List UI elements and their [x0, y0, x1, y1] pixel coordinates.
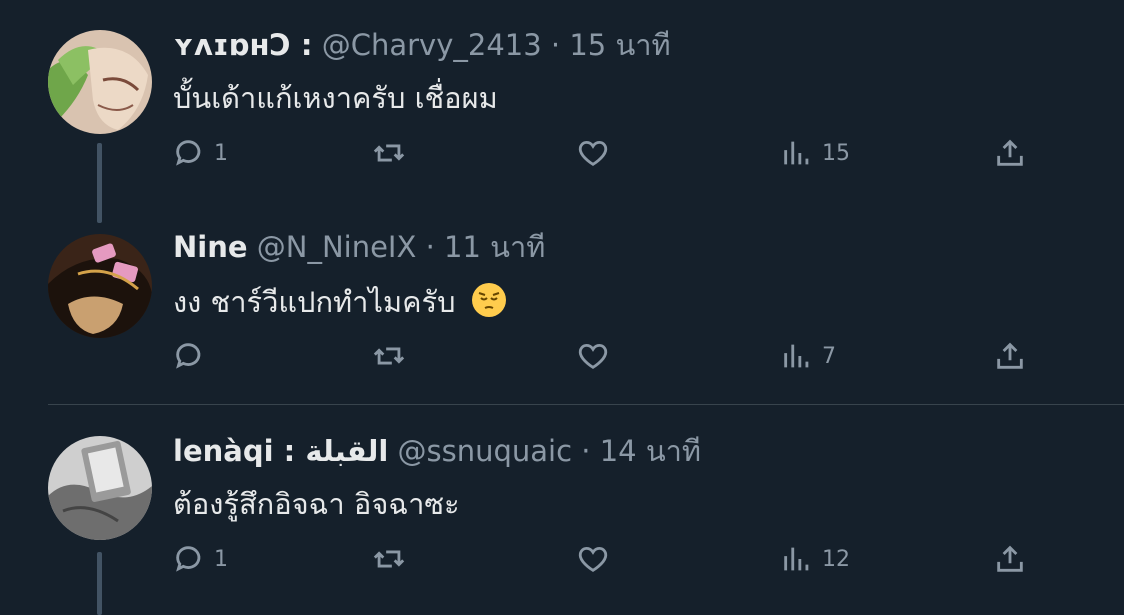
- view-count: 7: [822, 343, 836, 369]
- views-icon: [784, 344, 809, 368]
- reply-count: 1: [214, 140, 228, 166]
- share-icon: [997, 342, 1023, 369]
- timestamp[interactable]: 11 นาที: [444, 230, 545, 264]
- reply-button[interactable]: 1: [172, 539, 228, 579]
- separator-dot: ·: [581, 434, 591, 468]
- pensive-face-emoji: [471, 283, 506, 317]
- reply-icon: [176, 546, 201, 572]
- tweet-text: งง ชาร์วีแปกทำไมครับ: [173, 282, 507, 320]
- separator-dot: ·: [550, 28, 561, 62]
- tweet-header: Nine @N_NineIX · 11 นาที: [173, 229, 545, 265]
- tweet-text-body: งง ชาร์วีแปกทำไมครับ: [173, 285, 456, 319]
- retweet-button[interactable]: [372, 539, 406, 579]
- user-handle[interactable]: @Charvy_2413: [322, 28, 542, 62]
- share-button[interactable]: [993, 133, 1027, 173]
- retweet-icon: [373, 144, 405, 162]
- timestamp[interactable]: 15 นาที: [569, 28, 670, 62]
- like-button[interactable]: [576, 336, 610, 376]
- tweet-header: ʏʌɪɒʜƆ : @Charvy_2413 · 15 นาที: [173, 27, 671, 63]
- views-button[interactable]: 12: [780, 539, 850, 579]
- display-name[interactable]: Nine: [173, 230, 248, 264]
- tweet-text: ต้องรู้สึกอิจฉา อิจฉาซะ: [173, 487, 460, 521]
- action-bar: 1 15: [0, 133, 1124, 173]
- retweet-icon: [373, 347, 405, 365]
- user-handle[interactable]: @ssnuquaic: [398, 434, 573, 468]
- views-icon: [784, 547, 809, 571]
- timestamp[interactable]: 14 นาที: [600, 434, 701, 468]
- share-icon: [997, 139, 1023, 166]
- reply-button[interactable]: [172, 336, 214, 376]
- reply-button[interactable]: 1: [172, 133, 228, 173]
- avatar[interactable]: [48, 436, 152, 540]
- action-bar: 1 12: [0, 539, 1124, 579]
- tweet-text: บั้นเด้าแก้เหงาครับ เชื่อผม: [173, 81, 498, 115]
- separator-dot: ·: [425, 230, 435, 264]
- reply-count: 1: [214, 546, 228, 572]
- view-count: 12: [822, 546, 850, 572]
- share-button[interactable]: [993, 336, 1027, 376]
- user-handle[interactable]: @N_NineIX: [257, 230, 417, 264]
- retweet-button[interactable]: [372, 336, 406, 376]
- tweet-header: lenàqi : القبلة @ssnuquaic · 14 นาที: [173, 433, 701, 469]
- avatar[interactable]: [48, 234, 152, 338]
- divider: [48, 404, 1124, 405]
- view-count: 15: [822, 140, 850, 166]
- share-button[interactable]: [993, 539, 1027, 579]
- display-name[interactable]: ʏʌɪɒʜƆ :: [173, 28, 313, 62]
- views-icon: [784, 141, 809, 165]
- like-button[interactable]: [576, 539, 610, 579]
- action-bar: 7: [0, 336, 1124, 376]
- reply-icon: [176, 343, 201, 369]
- views-button[interactable]: 15: [780, 133, 850, 173]
- share-icon: [997, 545, 1023, 572]
- views-button[interactable]: 7: [780, 336, 836, 376]
- like-button[interactable]: [576, 133, 610, 173]
- heart-icon: [578, 343, 608, 369]
- heart-icon: [578, 140, 608, 166]
- retweet-icon: [373, 550, 405, 568]
- display-name[interactable]: lenàqi : القبلة: [173, 434, 388, 468]
- heart-icon: [578, 546, 608, 572]
- avatar[interactable]: [48, 30, 152, 134]
- reply-icon: [176, 140, 201, 166]
- retweet-button[interactable]: [372, 133, 406, 173]
